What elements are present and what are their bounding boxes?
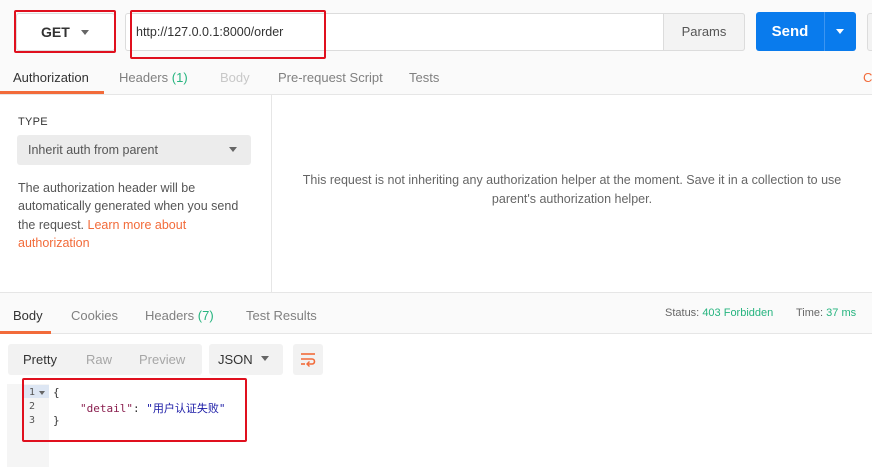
response-tab-headers[interactable]: Headers (7) xyxy=(145,308,214,323)
highlight-response-body xyxy=(22,378,247,442)
wrap-lines-button[interactable] xyxy=(293,344,323,375)
active-response-tab-indicator xyxy=(0,331,51,334)
send-label: Send xyxy=(771,23,809,40)
send-button[interactable]: Send xyxy=(756,12,856,51)
status-value: 403 Forbidden xyxy=(702,307,774,319)
tab-tests[interactable]: Tests xyxy=(409,70,439,85)
pretty-button[interactable]: Pretty xyxy=(23,352,57,367)
tab-body[interactable]: Body xyxy=(220,70,250,85)
tab-headers-count: (1) xyxy=(171,70,188,85)
auth-message: This request is not inheriting any autho… xyxy=(272,171,872,208)
response-tab-headers-count: (7) xyxy=(197,308,214,323)
wrap-lines-icon xyxy=(301,353,316,367)
response-tab-test-results[interactable]: Test Results xyxy=(246,308,317,323)
type-label: TYPE xyxy=(18,116,48,128)
highlight-method xyxy=(14,10,116,53)
auth-description: The authorization header will be automat… xyxy=(18,179,253,252)
active-tab-indicator xyxy=(0,91,104,94)
send-options-chevron-icon[interactable] xyxy=(836,29,844,34)
status-readout: Status: 403 Forbidden xyxy=(665,307,773,319)
time-label: Time: xyxy=(796,307,824,319)
time-value: 37 ms xyxy=(826,307,857,319)
chevron-down-icon xyxy=(229,147,237,152)
highlight-url xyxy=(130,10,326,59)
time-readout: Time: 37 ms xyxy=(796,307,856,319)
tab-prerequest-script[interactable]: Pre-request Script xyxy=(278,70,383,85)
send-divider xyxy=(824,12,825,51)
preview-button[interactable]: Preview xyxy=(139,352,185,367)
auth-message-line2: parent's authorization helper. xyxy=(491,191,653,206)
chevron-down-icon xyxy=(261,356,269,361)
save-button[interactable] xyxy=(867,13,872,51)
response-tab-headers-label: Headers xyxy=(145,308,195,323)
auth-message-line1: This request is not inheriting any autho… xyxy=(302,173,842,187)
code-link[interactable]: Co xyxy=(863,70,872,85)
auth-type-select[interactable]: Inherit auth from parent xyxy=(17,135,251,165)
raw-button[interactable]: Raw xyxy=(86,352,112,367)
response-view-group: Pretty Raw Preview xyxy=(8,344,202,375)
auth-type-value: Inherit auth from parent xyxy=(28,143,158,157)
tab-headers[interactable]: Headers (1) xyxy=(119,70,188,85)
tab-authorization[interactable]: Authorization xyxy=(13,70,89,85)
format-value: JSON xyxy=(218,352,253,367)
response-tab-body[interactable]: Body xyxy=(13,308,43,323)
format-select[interactable]: JSON xyxy=(209,344,283,375)
params-button[interactable]: Params xyxy=(663,13,745,51)
tab-headers-label: Headers xyxy=(119,70,169,85)
response-tab-cookies[interactable]: Cookies xyxy=(71,308,118,323)
status-label: Status: xyxy=(665,307,700,319)
